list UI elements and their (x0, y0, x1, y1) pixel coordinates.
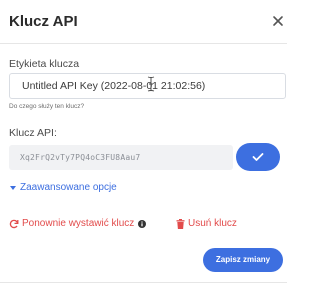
delete-key-label: Usuń klucz (188, 218, 237, 229)
reissue-key-label: Ponownie wystawić klucz (22, 218, 135, 229)
api-key-dialog: Klucz API Etykieta klucza Untitled API K… (0, 0, 287, 284)
advanced-options-label: Zaawansowane opcje (20, 182, 117, 193)
delete-key-button[interactable]: Usuń klucz (176, 218, 237, 229)
caret-down-icon (10, 185, 16, 190)
refresh-icon (9, 219, 19, 228)
dialog-title: Klucz API (9, 13, 78, 30)
advanced-options-toggle[interactable]: Zaawansowane opcje (9, 182, 117, 193)
api-key-label: Klucz API: (9, 127, 57, 139)
api-key-value[interactable]: Xq2FrQ2vTy7PQ4oC3FU8Aau7 (9, 145, 233, 170)
trash-icon (176, 218, 185, 229)
key-purpose-help-link[interactable]: Do czego służy ten klucz? (9, 103, 84, 110)
checkmark-icon (252, 153, 264, 161)
text-cursor-icon (147, 76, 155, 92)
save-changes-button[interactable]: Zapisz zmiany (203, 248, 283, 272)
close-icon[interactable] (272, 15, 284, 27)
copy-key-button[interactable] (236, 143, 280, 171)
reissue-key-button[interactable]: Ponownie wystawić klucz (9, 218, 147, 229)
key-name-label: Etykieta klucza (9, 58, 80, 70)
info-icon[interactable] (138, 219, 147, 228)
bottom-divider (0, 282, 287, 283)
header-divider (0, 43, 287, 44)
